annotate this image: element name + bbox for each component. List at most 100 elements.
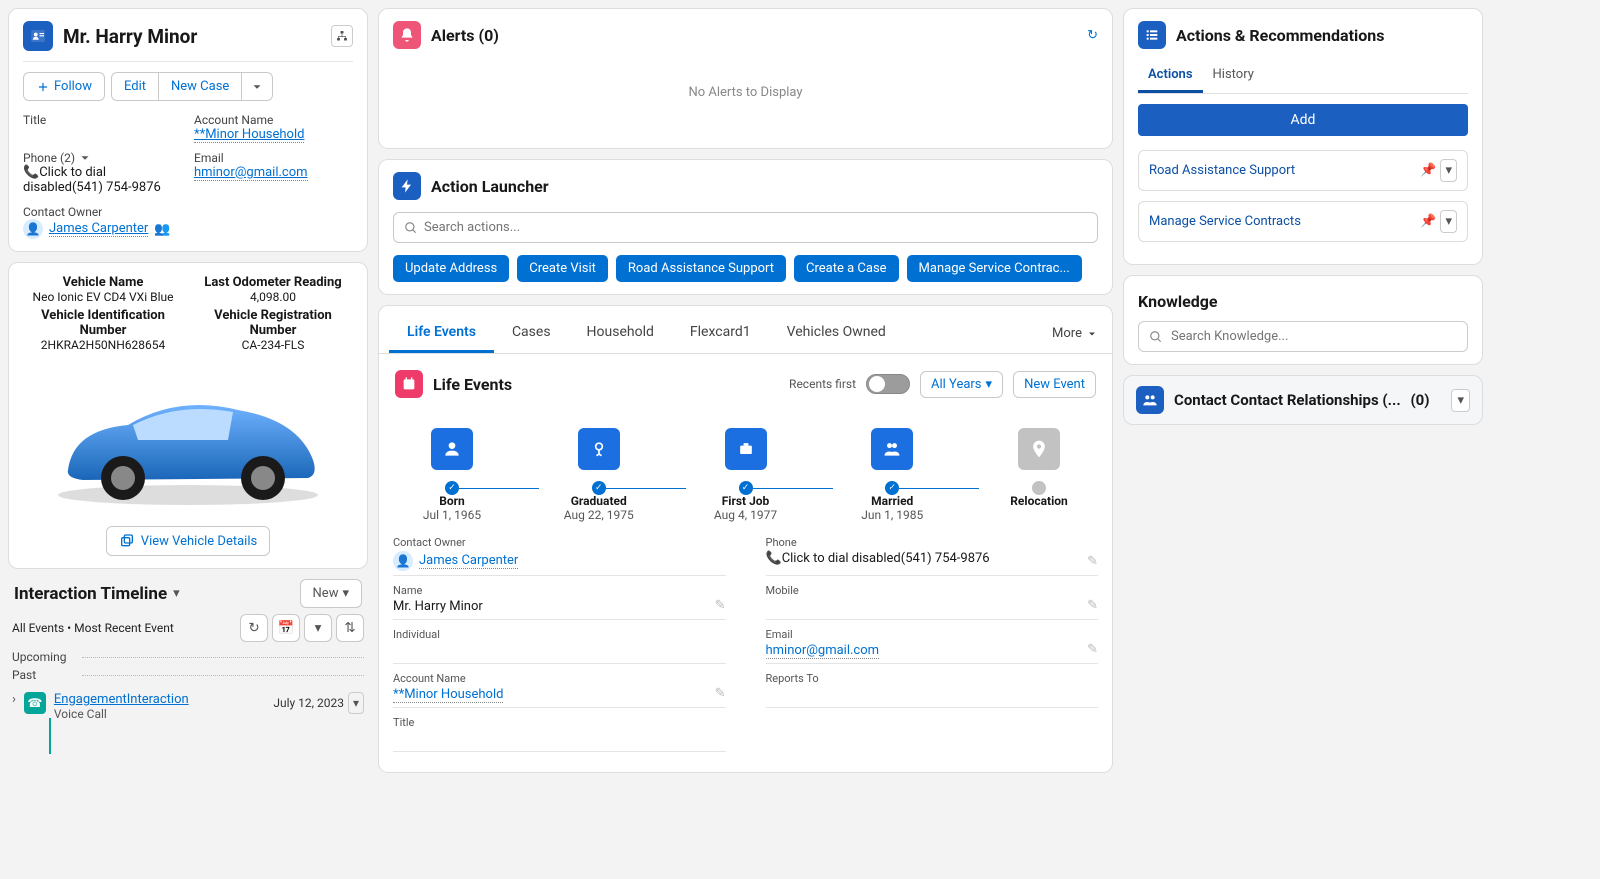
alerts-refresh-icon[interactable]: ↻ bbox=[1087, 28, 1098, 43]
related-title: Contact Contact Relationships (... bbox=[1174, 391, 1401, 409]
detail-account-link[interactable]: **Minor Household bbox=[393, 687, 503, 703]
detail-email-link[interactable]: hminor@gmail.com bbox=[766, 643, 880, 659]
chip-manage-contracts[interactable]: Manage Service Contrac... bbox=[907, 255, 1082, 282]
chip-create-visit[interactable]: Create Visit bbox=[517, 255, 608, 282]
life-event-label: Married bbox=[871, 494, 913, 508]
edit-pencil-icon[interactable]: ✎ bbox=[1087, 642, 1098, 657]
reg-label: Vehicle Registration Number bbox=[193, 308, 353, 338]
owner-link[interactable]: James Carpenter bbox=[49, 221, 148, 237]
search-icon bbox=[1149, 330, 1163, 344]
pin-icon[interactable]: 📌 bbox=[1420, 214, 1436, 229]
detail-title-value bbox=[393, 729, 726, 747]
timeline-event-title[interactable]: EngagementInteraction bbox=[54, 692, 189, 707]
knowledge-search-input[interactable] bbox=[1171, 329, 1457, 344]
life-event-born[interactable]: ✓ Born Jul 1, 1965 bbox=[387, 428, 517, 522]
add-action-button[interactable]: Add bbox=[1138, 104, 1468, 136]
rec-item-road-assist[interactable]: Road Assistance Support 📌 ▾ bbox=[1138, 150, 1468, 191]
timeline-title-dropdown-icon[interactable]: ▾ bbox=[173, 586, 180, 601]
vehicle-image bbox=[23, 360, 353, 520]
more-actions-button[interactable] bbox=[241, 72, 273, 101]
reg-val: CA-234-FLS bbox=[193, 338, 353, 352]
rec-item-menu[interactable]: ▾ bbox=[1440, 159, 1457, 182]
chip-update-address[interactable]: Update Address bbox=[393, 255, 509, 282]
action-search-input[interactable] bbox=[424, 220, 1087, 235]
detail-label: Email bbox=[766, 628, 1099, 641]
timeline-new-button[interactable]: New ▾ bbox=[300, 579, 362, 608]
detail-owner-link[interactable]: James Carpenter bbox=[419, 553, 518, 569]
email-label: Email bbox=[194, 151, 353, 165]
alerts-card: Alerts (0) ↻ No Alerts to Display bbox=[378, 8, 1113, 149]
timeline-filter-button[interactable]: ▾ bbox=[304, 614, 332, 642]
edit-pencil-icon[interactable]: ✎ bbox=[715, 686, 726, 701]
tab-household[interactable]: Household bbox=[569, 314, 672, 353]
timeline-sort-button[interactable]: ⇅ bbox=[336, 614, 364, 642]
edit-button[interactable]: Edit bbox=[111, 72, 158, 101]
detail-label: Mobile bbox=[766, 584, 1099, 597]
launcher-title: Action Launcher bbox=[431, 177, 549, 196]
tab-flexcard[interactable]: Flexcard1 bbox=[672, 314, 769, 353]
chip-road-assistance[interactable]: Road Assistance Support bbox=[616, 255, 786, 282]
tab-more-label: More bbox=[1052, 326, 1082, 341]
related-menu[interactable]: ▾ bbox=[1451, 389, 1470, 412]
timeline-card: Interaction Timeline ▾ New ▾ All Events … bbox=[8, 579, 368, 721]
phone-label[interactable]: Phone (2) bbox=[23, 151, 182, 165]
vehicle-name-label: Vehicle Name bbox=[23, 275, 183, 290]
edit-pencil-icon[interactable]: ✎ bbox=[1087, 598, 1098, 613]
actions-title: Actions & Recommendations bbox=[1176, 26, 1384, 45]
timeline-calendar-button[interactable]: 📅 bbox=[272, 614, 300, 642]
timeline-event-date: July 12, 2023 bbox=[273, 696, 344, 710]
edit-pencil-icon[interactable]: ✎ bbox=[1087, 554, 1098, 569]
detail-email: Email hminor@gmail.com ✎ bbox=[766, 628, 1099, 664]
new-case-button[interactable]: New Case bbox=[158, 72, 241, 101]
detail-phone-value[interactable]: Click to dial disabled(541) 754-9876 bbox=[782, 551, 990, 566]
launcher-icon bbox=[393, 172, 421, 200]
tab-vehicles[interactable]: Vehicles Owned bbox=[769, 314, 904, 353]
life-event-married[interactable]: ✓ Married Jun 1, 1985 bbox=[827, 428, 957, 522]
detail-label: Title bbox=[393, 716, 726, 729]
pin-icon[interactable]: 📌 bbox=[1420, 163, 1436, 178]
change-owner-icon[interactable]: 👥 bbox=[154, 222, 170, 237]
detail-name-value: Mr. Harry Minor bbox=[393, 597, 726, 615]
follow-label: Follow bbox=[54, 79, 92, 94]
all-years-dropdown[interactable]: All Years ▾ bbox=[920, 371, 1003, 398]
timeline-new-label: New bbox=[313, 586, 339, 601]
life-event-graduated[interactable]: ✓ Graduated Aug 22, 1975 bbox=[534, 428, 664, 522]
life-event-relocation[interactable]: Relocation bbox=[974, 428, 1104, 508]
subtab-actions[interactable]: Actions bbox=[1138, 59, 1203, 93]
timeline-refresh-button[interactable]: ↻ bbox=[240, 614, 268, 642]
contact-name: Mr. Harry Minor bbox=[63, 25, 197, 48]
hierarchy-button[interactable] bbox=[331, 25, 353, 47]
timeline-event-subtitle: Voice Call bbox=[54, 707, 189, 721]
recents-first-toggle[interactable] bbox=[866, 374, 910, 394]
action-search[interactable] bbox=[393, 212, 1098, 243]
contact-card: Mr. Harry Minor Follow Edit New Case bbox=[8, 8, 368, 252]
all-years-label: All Years bbox=[931, 377, 982, 392]
rec-item-contracts[interactable]: Manage Service Contracts 📌 ▾ bbox=[1138, 201, 1468, 242]
tab-cases[interactable]: Cases bbox=[494, 314, 569, 353]
knowledge-title: Knowledge bbox=[1138, 292, 1468, 311]
email-link[interactable]: hminor@gmail.com bbox=[194, 165, 308, 181]
detail-label: Individual bbox=[393, 628, 726, 641]
alerts-empty: No Alerts to Display bbox=[393, 49, 1098, 136]
rec-item-menu[interactable]: ▾ bbox=[1440, 210, 1457, 233]
tab-life-events[interactable]: Life Events bbox=[389, 314, 494, 353]
chip-create-case[interactable]: Create a Case bbox=[794, 255, 899, 282]
view-vehicle-button[interactable]: View Vehicle Details bbox=[106, 526, 270, 556]
edit-pencil-icon[interactable]: ✎ bbox=[715, 598, 726, 613]
account-link[interactable]: **Minor Household bbox=[194, 127, 304, 143]
new-event-button[interactable]: New Event bbox=[1013, 371, 1096, 398]
account-label: Account Name bbox=[194, 113, 353, 127]
detail-reports: Reports To bbox=[766, 672, 1099, 708]
life-event-date: Aug 22, 1975 bbox=[564, 508, 634, 522]
timeline-expand-icon[interactable]: › bbox=[12, 692, 16, 707]
knowledge-search[interactable] bbox=[1138, 321, 1468, 352]
actions-icon bbox=[1138, 21, 1166, 49]
detail-mobile: Mobile ✎ bbox=[766, 584, 1099, 620]
timeline-event-menu[interactable]: ▾ bbox=[348, 692, 364, 714]
phone-value[interactable]: 📞Click to dial disabled(541) 754-9876 bbox=[23, 165, 182, 195]
tab-more[interactable]: More bbox=[1048, 316, 1102, 351]
follow-button[interactable]: Follow bbox=[23, 72, 105, 101]
subtab-history[interactable]: History bbox=[1203, 59, 1264, 93]
related-list-card[interactable]: Contact Contact Relationships (... (0) ▾ bbox=[1123, 375, 1483, 425]
life-event-firstjob[interactable]: ✓ First Job Aug 4, 1977 bbox=[681, 428, 811, 522]
